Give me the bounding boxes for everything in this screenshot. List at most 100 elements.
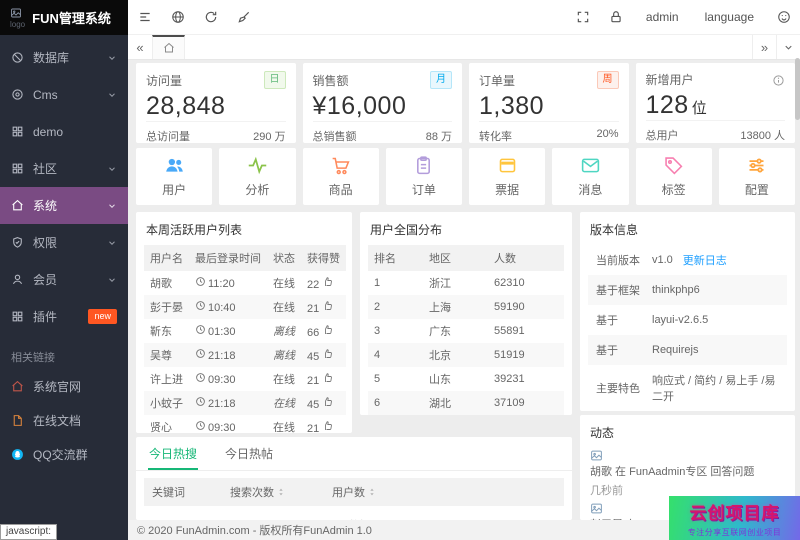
stat-title: 访问量	[146, 72, 182, 89]
clock-icon	[195, 420, 206, 431]
stat-footer-value: 88 万	[426, 128, 452, 144]
quick-nav-settings[interactable]: 配置	[719, 148, 795, 205]
clipboard-icon	[413, 155, 434, 176]
admin-menu[interactable]: admin	[633, 10, 692, 24]
sidebar-item-label: 社区	[33, 160, 57, 177]
stats-row: 访问量日 28,848 总访问量290 万 销售额月 ¥16,000 总销售额8…	[136, 63, 795, 143]
sort-icon[interactable]	[367, 487, 377, 497]
lock-screen-button[interactable]	[600, 0, 633, 35]
chevron-down-icon	[783, 42, 794, 53]
sidebar-item-system[interactable]: 系统	[0, 187, 128, 224]
info-icon[interactable]	[772, 72, 785, 86]
new-badge: new	[88, 309, 117, 324]
tab-home[interactable]	[152, 35, 185, 59]
sidebar-item-community[interactable]: 社区	[0, 150, 128, 187]
quick-label: 票据	[495, 181, 519, 198]
sidebar-item-permission[interactable]: 权限	[0, 224, 128, 261]
users-icon	[164, 155, 185, 176]
stat-footer-label: 转化率	[479, 128, 512, 144]
clock-icon	[195, 348, 206, 359]
changelog-link[interactable]: 更新日志	[683, 252, 727, 268]
watermark-subtitle: 专注分享互联网创业项目	[688, 527, 782, 538]
sidebar-link-qq-group[interactable]: QQ交流群	[0, 437, 128, 471]
collapse-menu-button[interactable]	[128, 0, 161, 35]
tabs-scroll-right-button[interactable]: »	[752, 35, 776, 59]
quick-nav-goods[interactable]: 商品	[303, 148, 379, 205]
sidebar-link-online-docs[interactable]: 在线文档	[0, 403, 128, 437]
cms-icon	[11, 88, 24, 101]
vertical-scrollbar[interactable]	[795, 58, 800, 120]
tab-hot-search[interactable]: 今日热搜	[148, 437, 198, 470]
lock-icon	[609, 10, 623, 24]
topbar: admin language	[128, 0, 800, 35]
sidebar-item-label: 会员	[33, 271, 57, 288]
user-icon	[11, 273, 24, 286]
theme-button[interactable]	[767, 0, 800, 35]
broken-image-icon	[590, 449, 603, 462]
quick-nav-users[interactable]: 用户	[136, 148, 212, 205]
chevron-down-icon	[107, 90, 117, 100]
chevron-down-icon	[107, 53, 117, 63]
pulse-icon	[247, 155, 268, 176]
hot-search-panel: 今日热搜 今日热帖 关键词 搜索次数 用户数 无数据	[136, 437, 572, 520]
quick-label: 分析	[245, 181, 269, 198]
sidebar-item-addons[interactable]: 插件 new	[0, 298, 128, 335]
quick-label: 用户	[162, 181, 186, 198]
column-header: 关键词	[152, 484, 185, 500]
user-distribution-panel: 用户全国分布 排名 地区 人数 1浙江62310 2上海59190 3广东558…	[360, 212, 572, 415]
tabs-more-button[interactable]	[776, 35, 800, 59]
stat-unit: 位	[692, 100, 708, 117]
sidebar-item-database[interactable]: 数据库	[0, 39, 128, 76]
page-tabbar: « »	[128, 35, 800, 60]
mail-icon	[580, 155, 601, 176]
table-row: 彭于晏10:40在线21	[144, 295, 346, 319]
sidebar-item-member[interactable]: 会员	[0, 261, 128, 298]
refresh-button[interactable]	[194, 0, 227, 35]
site-home-button[interactable]	[161, 0, 194, 35]
clock-icon	[195, 324, 206, 335]
globe-icon	[171, 10, 185, 24]
home-icon	[11, 199, 24, 212]
chevron-down-icon	[107, 201, 117, 211]
version-row: 基于框架thinkphp6	[588, 275, 787, 305]
clock-icon	[195, 300, 206, 311]
table-row: 4北京51919	[368, 343, 564, 367]
tab-hot-posts[interactable]: 今日热帖	[224, 437, 274, 470]
sidebar-item-label: Cms	[33, 88, 58, 102]
quick-nav-orders[interactable]: 订单	[386, 148, 462, 205]
theme-icon	[777, 10, 791, 24]
week-badge: 周	[597, 71, 619, 89]
watermark-overlay: 云创项目库 专注分享互联网创业项目	[669, 496, 800, 540]
sort-icon[interactable]	[276, 487, 286, 497]
stat-footer-value: 13800 人	[740, 127, 785, 143]
quick-label: 消息	[578, 181, 602, 198]
stat-footer-value: 290 万	[253, 128, 285, 144]
stat-value: 28,848	[146, 92, 286, 121]
language-menu[interactable]: language	[692, 10, 767, 24]
thumbs-up-icon	[322, 372, 334, 384]
panel-title: 用户全国分布	[360, 212, 572, 245]
sidebar-item-cms[interactable]: Cms	[0, 76, 128, 113]
broken-logo-image-icon: logo	[10, 7, 25, 29]
sidebar-link-official-site[interactable]: 系统官网	[0, 369, 128, 403]
fullscreen-button[interactable]	[567, 0, 600, 35]
column-header: 排名	[368, 245, 423, 271]
quick-nav-messages[interactable]: 消息	[552, 148, 628, 205]
home-icon	[163, 42, 175, 54]
quick-nav-analysis[interactable]: 分析	[219, 148, 295, 205]
hot-tabs: 今日热搜 今日热帖	[136, 437, 572, 471]
stat-footer-value: 20%	[596, 128, 618, 144]
watermark-title: 云创项目库	[690, 499, 780, 524]
stat-footer-label: 总销售额	[313, 128, 357, 144]
day-badge: 日	[264, 71, 286, 89]
clear-cache-button[interactable]	[227, 0, 260, 35]
quick-nav-tags[interactable]: 标签	[636, 148, 712, 205]
tabs-scroll-left-button[interactable]: «	[128, 35, 152, 59]
sidebar-section-title: 相关链接	[0, 335, 128, 369]
panel-title: 动态	[580, 415, 795, 448]
table-row: 贤心09:30在线21	[144, 415, 346, 433]
quick-nav-tickets[interactable]: 票据	[469, 148, 545, 205]
sidebar-item-demo[interactable]: demo	[0, 113, 128, 150]
grid-icon	[11, 310, 24, 323]
logo-alt-text: logo	[10, 20, 25, 29]
